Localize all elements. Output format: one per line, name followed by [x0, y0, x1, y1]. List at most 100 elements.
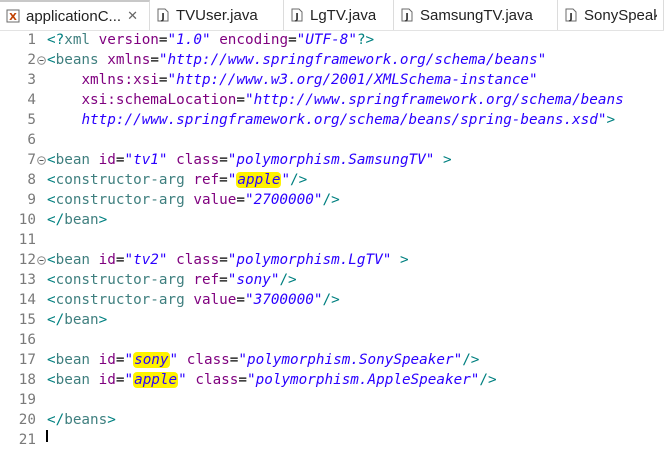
tab-lgtv-java[interactable]: J LgTV.java	[284, 0, 394, 30]
token-attr: class	[176, 152, 220, 168]
code-text[interactable]: </bean>	[47, 310, 107, 330]
code-line: 16	[0, 330, 664, 350]
code-text[interactable]: <bean id="apple" class="polymorphism.App…	[47, 370, 497, 390]
line-number: 11	[18, 232, 36, 248]
tab-label: SonySpeaker...	[584, 6, 657, 24]
line-number: 13	[18, 272, 36, 288]
token-eq: =	[219, 252, 228, 268]
token-val: "sony"	[227, 272, 280, 288]
code-text[interactable]: <constructor-arg ref="apple"/>	[47, 170, 307, 190]
code-text[interactable]: <constructor-arg value="3700000"/>	[47, 290, 340, 310]
token-punct: <	[47, 172, 56, 188]
token-punct: >	[443, 152, 452, 168]
line-number: 1	[27, 32, 36, 48]
line-number: 21	[18, 432, 36, 448]
tab-label: SamsungTV.java	[420, 6, 533, 24]
token-punct: <	[47, 192, 56, 208]
code-line: 10 </bean>	[0, 210, 664, 230]
code-text[interactable]: <?xml version="1.0" encoding="UTF-8"?>	[47, 30, 374, 50]
token-attr: value	[193, 292, 237, 308]
code-line: 15 </bean>	[0, 310, 664, 330]
highlighted-value: sony	[133, 352, 170, 368]
token-val: "polymorphism.AppleSpeaker"	[247, 372, 480, 388]
tab-tvuser-java[interactable]: J TVUser.java	[150, 0, 284, 30]
token-tag: bean	[55, 252, 91, 268]
token-tag: bean	[64, 212, 99, 228]
highlighted-value: apple	[133, 372, 179, 388]
token-val: "1.0"	[167, 32, 211, 48]
token-eq: =	[158, 72, 168, 88]
token-punct: </	[47, 412, 65, 428]
token-eq: =	[219, 152, 228, 168]
token-tag: xml	[64, 32, 91, 48]
code-line: 20 </beans>	[0, 410, 664, 430]
line-number: 18	[18, 372, 36, 388]
token-val: "http://www.springframework.org/schema/b…	[244, 92, 624, 108]
token-tag: bean	[64, 312, 99, 328]
token-val: "tv2"	[124, 252, 168, 268]
code-line: 7 <bean id="tv1" class="polymorphism.Sams…	[0, 150, 664, 170]
token-punct: <	[47, 292, 56, 308]
code-text[interactable]: </beans>	[47, 410, 116, 430]
token-val: http://www.springframework.org/schema/be…	[81, 112, 607, 128]
java-file-icon: J	[564, 8, 578, 22]
token-attr: encoding	[219, 32, 289, 48]
tab-applicationc[interactable]: XapplicationC... ✕	[0, 0, 150, 30]
token-attr: class	[176, 252, 220, 268]
code-text[interactable]: <bean id="tv2" class="polymorphism.LgTV"…	[47, 250, 409, 270]
token-val: "	[281, 172, 291, 188]
tab-close-icon[interactable]: ✕	[127, 8, 138, 24]
token-attr: id	[98, 372, 116, 388]
token-punct: <	[47, 252, 56, 268]
token-val: "	[169, 352, 179, 368]
token-tag: bean	[55, 372, 91, 388]
java-file-icon: J	[156, 8, 170, 22]
tab-label: LgTV.java	[310, 6, 377, 24]
tab-samsungtv-java[interactable]: J SamsungTV.java	[394, 0, 558, 30]
token-eq: =	[158, 32, 168, 48]
fold-collapse-icon[interactable]	[36, 50, 46, 70]
code-text[interactable]: <constructor-arg value="2700000"/>	[47, 190, 340, 210]
code-line: 14 <constructor-arg value="3700000"/>	[0, 290, 664, 310]
token-val: "polymorphism.LgTV"	[227, 252, 392, 268]
xml-editor[interactable]: 1 <?xml version="1.0" encoding="UTF-8"?> 2…	[0, 30, 664, 448]
token-punct: <	[47, 272, 56, 288]
code-text[interactable]: <constructor-arg ref="sony"/>	[47, 270, 297, 290]
token-punct: </	[47, 312, 65, 328]
token-attr: class	[186, 352, 230, 368]
code-text[interactable]: <beans xmlns="http://www.springframework…	[47, 50, 546, 70]
code-text[interactable]: </bean>	[47, 210, 107, 230]
editor-tab-bar: XapplicationC... ✕ J TVUser.java J LgTV.java J…	[0, 0, 664, 31]
code-text[interactable]: xsi:schemaLocation="http://www.springfra…	[47, 90, 624, 110]
code-text[interactable]: <bean id="sony" class="polymorphism.Sony…	[47, 350, 479, 370]
token-eq: =	[288, 32, 297, 48]
code-line: 1 <?xml version="1.0" encoding="UTF-8"?>	[0, 30, 664, 50]
line-number: 20	[18, 412, 36, 428]
fold-collapse-icon[interactable]	[36, 250, 46, 270]
token-punct: >	[399, 252, 409, 268]
token-punct: />	[462, 352, 480, 368]
token-punct: </	[47, 212, 65, 228]
token-attr: id	[98, 352, 116, 368]
code-text[interactable]: xmlns:xsi="http://www.w3.org/2001/XMLSch…	[47, 70, 538, 90]
token-eq: =	[219, 172, 228, 188]
token-punct: />	[479, 372, 497, 388]
token-punct: >	[98, 212, 108, 228]
code-text[interactable]: http://www.springframework.org/schema/be…	[47, 110, 615, 130]
code-line: 9 <constructor-arg value="2700000"/>	[0, 190, 664, 210]
code-line: 8 <constructor-arg ref="apple"/>	[0, 170, 664, 190]
code-line: 6	[0, 130, 664, 150]
fold-collapse-icon[interactable]	[36, 150, 46, 170]
tab-sonyspeaker[interactable]: J SonySpeaker...	[558, 0, 664, 30]
token-val: "http://www.w3.org/2001/XMLSchema-instan…	[167, 72, 538, 88]
svg-text:J: J	[404, 13, 408, 23]
code-text[interactable]: <bean id="tv1" class="polymorphism.Samsu…	[47, 150, 452, 170]
token-attr: id	[98, 152, 116, 168]
